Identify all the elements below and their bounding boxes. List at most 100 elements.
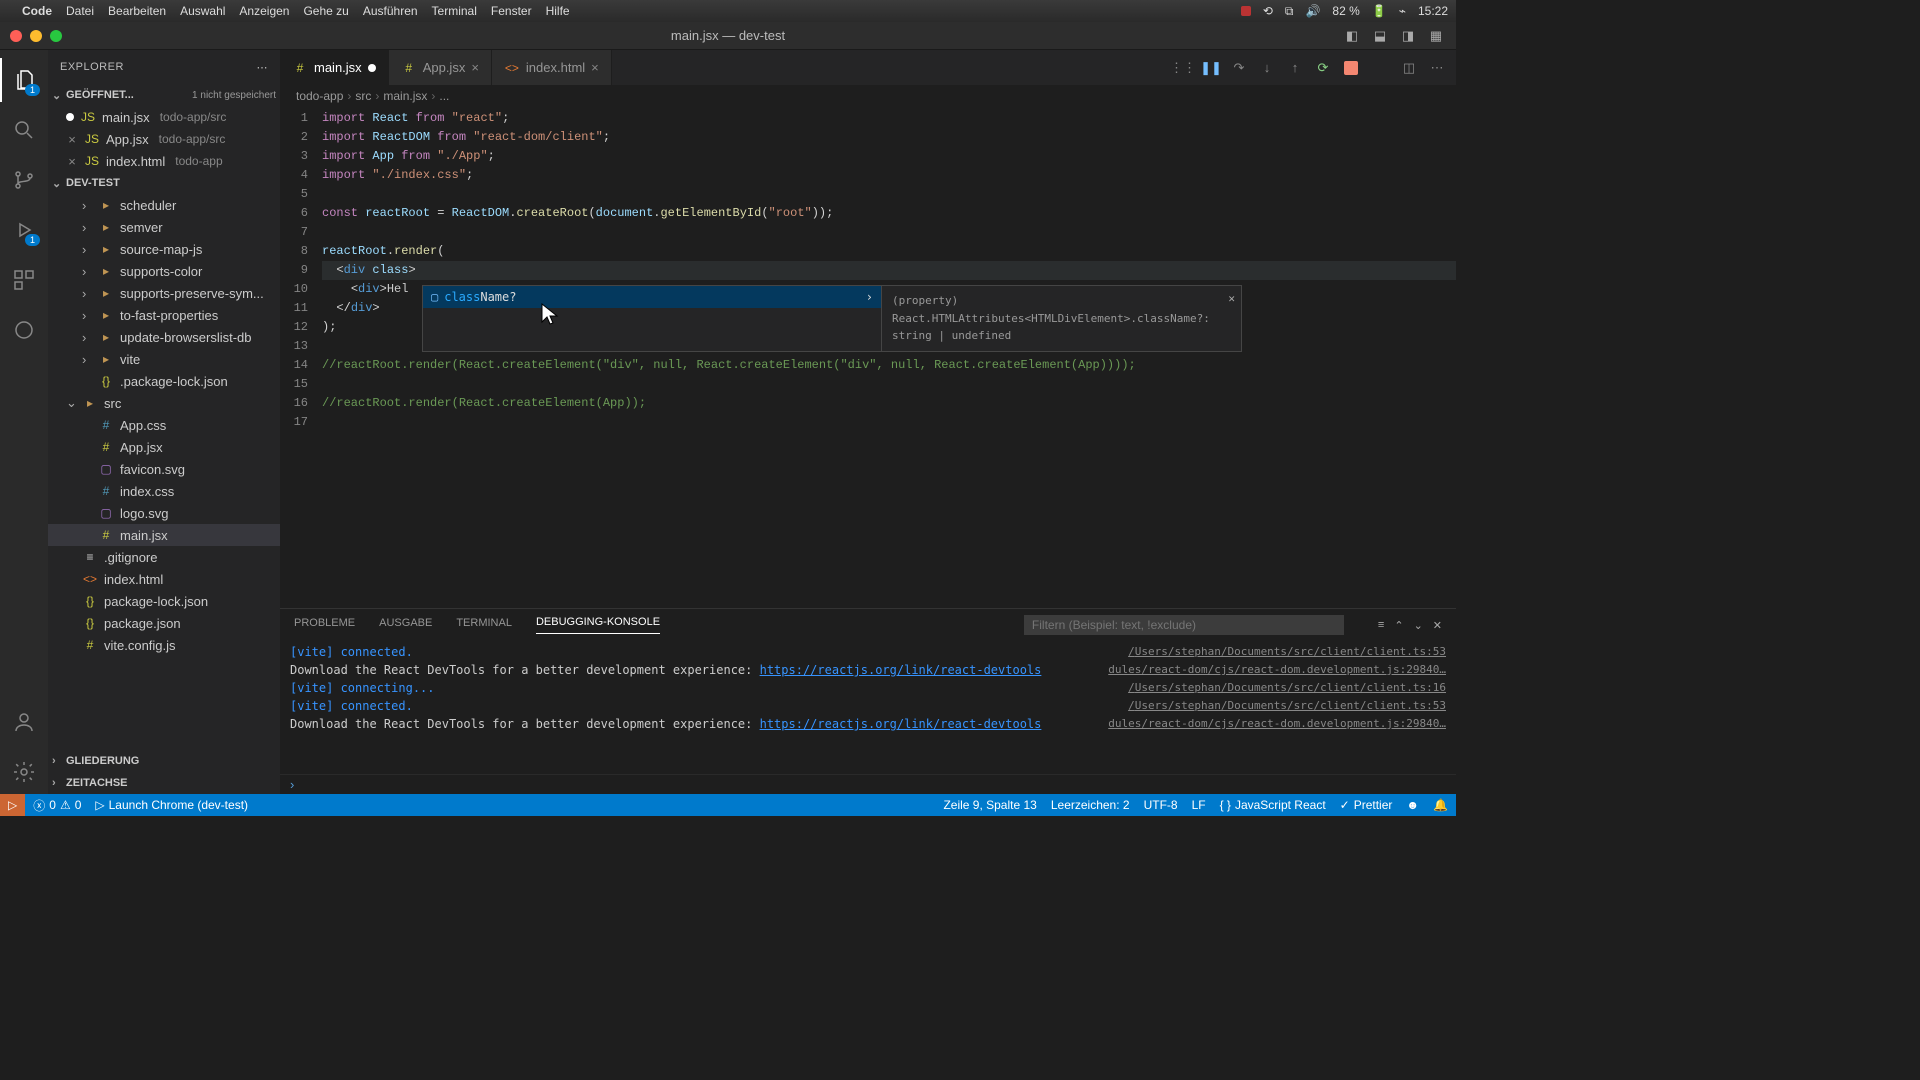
console-source[interactable]: Users/stephan/Documents/src/client/clien… <box>1128 679 1446 697</box>
debug-drag-icon[interactable]: ⋮⋮ <box>1174 59 1192 77</box>
activity-settings[interactable] <box>0 750 48 794</box>
volume-icon[interactable]: 🔊 <box>1305 4 1320 18</box>
project-header[interactable]: ⌄ DEV-TEST <box>48 172 280 194</box>
tree-item[interactable]: #main.jsx <box>48 524 280 546</box>
tree-item[interactable]: ▢favicon.svg <box>48 458 280 480</box>
layout-custom-icon[interactable]: ▦ <box>1426 27 1446 45</box>
menu-help[interactable]: Hilfe <box>546 4 570 18</box>
filter-settings-icon[interactable]: ≡ <box>1378 619 1384 632</box>
status-encoding[interactable]: UTF-8 <box>1144 798 1178 812</box>
panel-tab-problems[interactable]: PROBLEME <box>294 617 355 634</box>
debug-pause-button[interactable]: ❚❚ <box>1202 59 1220 77</box>
battery-icon[interactable]: 🔋 <box>1372 4 1387 18</box>
editor-more-icon[interactable]: ⋯ <box>1428 59 1446 77</box>
breadcrumb-item[interactable]: src <box>355 89 371 103</box>
tree-item[interactable]: ›▸vite <box>48 348 280 370</box>
breadcrumb-item[interactable]: ... <box>439 89 449 103</box>
tree-item[interactable]: ›▸scheduler <box>48 194 280 216</box>
menu-run[interactable]: Ausführen <box>363 4 418 18</box>
close-window-button[interactable] <box>10 30 22 42</box>
tree-item[interactable]: ›▸semver <box>48 216 280 238</box>
editor-tab[interactable]: #App.jsx× <box>389 50 492 85</box>
tree-item[interactable]: ▢logo.svg <box>48 502 280 524</box>
timeline-header[interactable]: › ZEITACHSE <box>48 772 280 794</box>
status-cursor-pos[interactable]: Zeile 9, Spalte 13 <box>943 798 1036 812</box>
tree-item[interactable]: ⌄▸src <box>48 392 280 414</box>
open-editor-item[interactable]: JSmain.jsxtodo-app/src <box>48 106 280 128</box>
open-editor-item[interactable]: ×JSApp.jsxtodo-app/src <box>48 128 280 150</box>
layout-left-icon[interactable]: ◧ <box>1342 27 1362 45</box>
console-filter-input[interactable] <box>1024 615 1344 635</box>
tree-item[interactable]: ≡.gitignore <box>48 546 280 568</box>
tree-item[interactable]: ›▸update-browserslist-db <box>48 326 280 348</box>
status-eol[interactable]: LF <box>1192 798 1206 812</box>
tree-item[interactable]: #App.css <box>48 414 280 436</box>
breadcrumb-item[interactable]: todo-app <box>296 89 343 103</box>
activity-debug[interactable]: 1 <box>0 208 48 252</box>
menu-terminal[interactable]: Terminal <box>432 4 477 18</box>
suggest-list[interactable]: ▢className? › <box>422 285 882 352</box>
menu-file[interactable]: Datei <box>66 4 94 18</box>
open-editor-item[interactable]: ×JSindex.htmltodo-app <box>48 150 280 172</box>
debug-restart-button[interactable]: ⟳ <box>1314 59 1332 77</box>
open-editors-header[interactable]: ⌄ GEÖFFNET... 1 nicht gespeichert <box>48 84 280 106</box>
tree-item[interactable]: ›▸supports-color <box>48 260 280 282</box>
code-editor[interactable]: 1234567891011121314151617 import React f… <box>280 107 1456 608</box>
tree-item[interactable]: #index.css <box>48 480 280 502</box>
status-launch[interactable]: ▷ Launch Chrome (dev-test) <box>95 798 248 812</box>
activity-extensions[interactable] <box>0 258 48 302</box>
close-tab-icon[interactable]: × <box>591 60 599 75</box>
menu-go[interactable]: Gehe zu <box>303 4 348 18</box>
tree-item[interactable]: ›▸supports-preserve-sym... <box>48 282 280 304</box>
chevron-right-icon[interactable]: › <box>866 290 873 304</box>
close-icon[interactable]: × <box>66 154 78 169</box>
status-bell-icon[interactable]: 🔔 <box>1433 798 1448 812</box>
menu-edit[interactable]: Bearbeiten <box>108 4 166 18</box>
menu-selection[interactable]: Auswahl <box>180 4 225 18</box>
menu-window[interactable]: Fenster <box>491 4 532 18</box>
suggest-item[interactable]: ▢className? › <box>423 286 881 308</box>
debug-step-into-button[interactable]: ↓ <box>1258 59 1276 77</box>
layout-right-icon[interactable]: ◨ <box>1398 27 1418 45</box>
minimize-window-button[interactable] <box>30 30 42 42</box>
tree-item[interactable]: #App.jsx <box>48 436 280 458</box>
status-errors[interactable]: ⓧ 0 ⚠ 0 <box>33 797 81 814</box>
wifi-icon[interactable]: ⌁ <box>1399 4 1406 18</box>
outline-header[interactable]: › GLIEDERUNG <box>48 750 280 772</box>
panel-tab-output[interactable]: AUSGABE <box>379 617 432 634</box>
breadcrumbs[interactable]: todo-app› src› main.jsx› ... <box>280 85 1456 107</box>
clock[interactable]: 15:22 <box>1418 4 1448 18</box>
panel-expand-icon[interactable]: ⌄ <box>1414 619 1423 632</box>
debug-step-over-button[interactable]: ↷ <box>1230 59 1248 77</box>
minimap[interactable] <box>1376 107 1456 608</box>
debug-console[interactable]: [vite] connected.Users/stephan/Documents… <box>280 641 1456 774</box>
console-source[interactable]: Users/stephan/Documents/src/client/clien… <box>1128 643 1446 661</box>
breadcrumb-item[interactable]: main.jsx <box>383 89 427 103</box>
panel-tab-terminal[interactable]: TERMINAL <box>456 617 512 634</box>
tree-item[interactable]: ›▸to-fast-properties <box>48 304 280 326</box>
editor-tab[interactable]: #main.jsx <box>280 50 389 85</box>
window-titlebar[interactable]: main.jsx — dev-test ◧ ⬓ ◨ ▦ <box>0 22 1456 50</box>
sync-icon[interactable]: ⟲ <box>1263 4 1273 18</box>
close-icon[interactable]: × <box>66 132 78 147</box>
activity-search[interactable] <box>0 108 48 152</box>
editor-tab[interactable]: <>index.html× <box>492 50 612 85</box>
tree-item[interactable]: {}.package-lock.json <box>48 370 280 392</box>
layout-bottom-icon[interactable]: ⬓ <box>1370 27 1390 45</box>
tree-item[interactable]: <>index.html <box>48 568 280 590</box>
tree-item[interactable]: #vite.config.js <box>48 634 280 656</box>
close-tab-icon[interactable]: × <box>471 60 479 75</box>
status-debug[interactable]: ▷ <box>0 794 25 816</box>
recording-icon[interactable] <box>1241 6 1251 16</box>
zoom-window-button[interactable] <box>50 30 62 42</box>
activity-account[interactable] <box>0 700 48 744</box>
split-editor-icon[interactable]: ◫ <box>1400 59 1418 77</box>
display-icon[interactable]: ⧉ <box>1285 4 1294 19</box>
close-docs-icon[interactable]: ✕ <box>1228 290 1235 308</box>
panel-close-icon[interactable]: ✕ <box>1433 619 1442 632</box>
status-prettier[interactable]: ✓ Prettier <box>1340 798 1393 812</box>
panel-tab-debug-console[interactable]: DEBUGGING-KONSOLE <box>536 616 660 634</box>
console-source[interactable]: …dules/react-dom/cjs/react-dom.developme… <box>1108 715 1446 733</box>
tree-item[interactable]: {}package-lock.json <box>48 590 280 612</box>
tree-item[interactable]: ›▸source-map-js <box>48 238 280 260</box>
